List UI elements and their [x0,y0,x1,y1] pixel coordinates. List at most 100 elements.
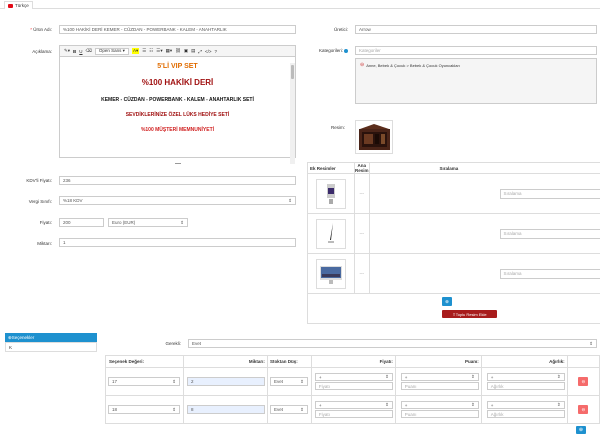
code-view-icon[interactable]: </> [205,49,212,54]
remove-option-button[interactable]: ⊖ [578,377,589,386]
sort-order-input[interactable]: Sıralama [499,228,600,239]
weight-prefix-select[interactable]: + ⇕ [486,373,565,381]
underline-button[interactable]: U [79,49,82,54]
col-ek-resimler: Ek Resimler [307,162,355,174]
image-icon[interactable]: ▣ [184,48,188,54]
option-weight-input[interactable]: Ağırlık [486,410,565,418]
language-tabbar [0,0,600,9]
option-weight-input[interactable]: Ağırlık [486,382,565,390]
image-label: Resim: [330,125,345,130]
quantity-input[interactable]: 1 [59,238,296,247]
editor-content[interactable]: 5'Lİ VIP SET %100 HAKİKİ DERİ KEMER - CÜZD… [60,63,295,164]
list-ol-icon[interactable]: ☷ [149,48,153,54]
price-prefix-select[interactable]: + ⇕ [314,401,393,409]
option-values-table: Seçenek Değeri: Miktarı: Stoktan Düş: Fi… [105,355,600,424]
help-icon[interactable]: ? [214,49,217,54]
add-image-button[interactable]: ⊕ [442,297,452,306]
minus-circle-icon: ⊖ [581,406,586,412]
bulk-image-add-button[interactable]: ⇪ Toplu Resim Ekle [442,310,497,318]
eraser-icon[interactable]: ⌫ [86,48,92,54]
video-icon[interactable]: ▤ [191,48,195,54]
table-row: --- Sıralama ⊖ [307,253,600,294]
currency-select[interactable]: Euro (EUR) ⇕ [108,218,188,227]
main-image-thumb[interactable] [355,120,393,154]
remove-circle-icon[interactable]: ⊖ [360,62,364,68]
manufacturer-label: Üretici: [333,27,348,32]
category-item: ⊖ Anne, Bebek & Çocuk > Bebek & Çocuk Oy… [360,62,460,68]
option-price-input[interactable]: Fiyatı [314,382,393,390]
required-label: Gerekli: [165,341,181,346]
categories-input[interactable]: Kategoriler [355,46,597,55]
price-with-vat-label: KDV'li Fiyatı: [26,178,52,183]
table-icon[interactable]: ▦▾ [166,48,173,54]
points-prefix-select[interactable]: + ⇕ [400,401,479,409]
col-weight: Ağırlık: [480,355,568,368]
editor-line: SEVDİKLERİNİZE ÖZEL LÜKS HEDİYE SETİ [125,112,230,118]
select-arrows-icon: ⇕ [172,378,176,384]
help-icon [344,48,348,53]
editor-line: %100 MÜŞTERİ MEMNUNİYETİ [140,127,215,133]
col-stock: Stoktan Düş: [266,355,312,368]
font-select[interactable]: Open Sans ▾ [94,47,129,55]
subtract-stock-select[interactable]: Evet ⇕ [269,405,308,414]
scroll-thumb[interactable] [291,65,294,79]
editor-lines: 5'Lİ VIP SET %100 HAKİKİ DERİ KEMER - CÜZD… [60,63,295,133]
add-option-value-button[interactable]: ⊕ [576,426,586,434]
remove-option-button[interactable]: ⊖ [578,405,589,414]
col-points: Puanı: [394,355,482,368]
product-name-input[interactable]: %100 HAKİKİ DERİ KEMER - CÜZDAN - POWERB… [59,25,296,34]
editor-toolbar: ✎▾ B U ⌫ Open Sans ▾ A▾ ☰ ☷ ☰▾ ▦▾ ⛓ ▣ ▤ … [60,46,295,57]
points-prefix-select[interactable]: + ⇕ [400,373,479,381]
required-select[interactable]: Evet ⇕ [188,339,597,348]
extra-images-table: Ek Resimler Ana Resim Sıralama --- Sıral… [307,162,600,324]
select-arrows-icon: ⇕ [385,402,389,407]
align-icon[interactable]: ☰▾ [156,48,162,54]
editor-scrollbar[interactable] [290,63,295,164]
option-points-input[interactable]: Puanı [400,410,479,418]
option-list-item[interactable]: K [5,342,97,352]
leather-set-image [359,124,390,150]
editor-line: KEMER - CÜZDAN - POWERBANK - KALEM - ANA… [101,97,254,103]
tab-turkce[interactable]: Türkçe [4,1,33,9]
option-price-input[interactable]: Fiyatı [314,410,393,418]
sort-order-input[interactable]: Sıralama [499,268,600,279]
extra-image-3[interactable] [316,258,346,289]
font-color-button[interactable]: A▾ [131,48,140,54]
quantity-label: Miktarı: [37,241,52,246]
options-tab[interactable]: ⊕ Seçenekler [5,333,97,342]
link-icon[interactable]: ⛓ [175,48,181,54]
resize-grip[interactable] [175,163,181,164]
table-row: --- Sıralama ⊖ [307,173,600,214]
price-with-vat-input[interactable]: 236 [59,176,296,185]
editor-line: 5'Lİ VIP SET [157,63,198,70]
option-quantity-input[interactable]: 8 [186,405,265,414]
extra-image-2[interactable] [316,218,346,249]
price-prefix-select[interactable]: + ⇕ [314,373,393,381]
description-editor[interactable]: ✎▾ B U ⌫ Open Sans ▾ A▾ ☰ ☷ ☰▾ ▦▾ ⛓ ▣ ▤ … [59,45,296,164]
sort-order-input[interactable]: Sıralama [499,188,600,199]
subtract-stock-select[interactable]: Evet ⇕ [269,377,308,386]
select-arrows-icon: ⇕ [385,374,389,379]
tax-class-select[interactable]: %18 KDV ⇕ [59,196,296,205]
extra-image-1[interactable] [316,178,346,209]
tab-label: Türkçe [15,3,29,8]
select-arrows-icon: ⇕ [471,374,475,379]
col-siralama: Sıralama [368,162,600,174]
fullscreen-icon[interactable]: ⤢ [198,49,202,54]
table-row: 17 ⇕ 2 Evet ⇕ + ⇕ Fiyatı + ⇕ Puanı + ⇕ Ağırlık ⊖ [105,367,600,396]
manufacturer-input[interactable]: Arrow [355,25,597,34]
list-ul-icon[interactable]: ☰ [142,48,146,54]
bold-button[interactable]: B [73,49,76,54]
col-quantity: Miktarı: [182,355,268,368]
option-quantity-input[interactable]: 2 [186,377,265,386]
weight-prefix-select[interactable]: + ⇕ [486,401,565,409]
col-option-value: Seçenek Değeri: [105,355,184,368]
select-arrows-icon: ⇕ [471,402,475,407]
option-points-input[interactable]: Puanı [400,382,479,390]
turkey-flag-icon [8,3,13,8]
price-input[interactable]: 200 [59,218,104,227]
pen-icon[interactable]: ✎▾ [64,48,70,54]
option-value-select[interactable]: 18 ⇕ [108,405,180,414]
imac-side-image [327,183,335,204]
option-value-select[interactable]: 17 ⇕ [108,377,180,386]
